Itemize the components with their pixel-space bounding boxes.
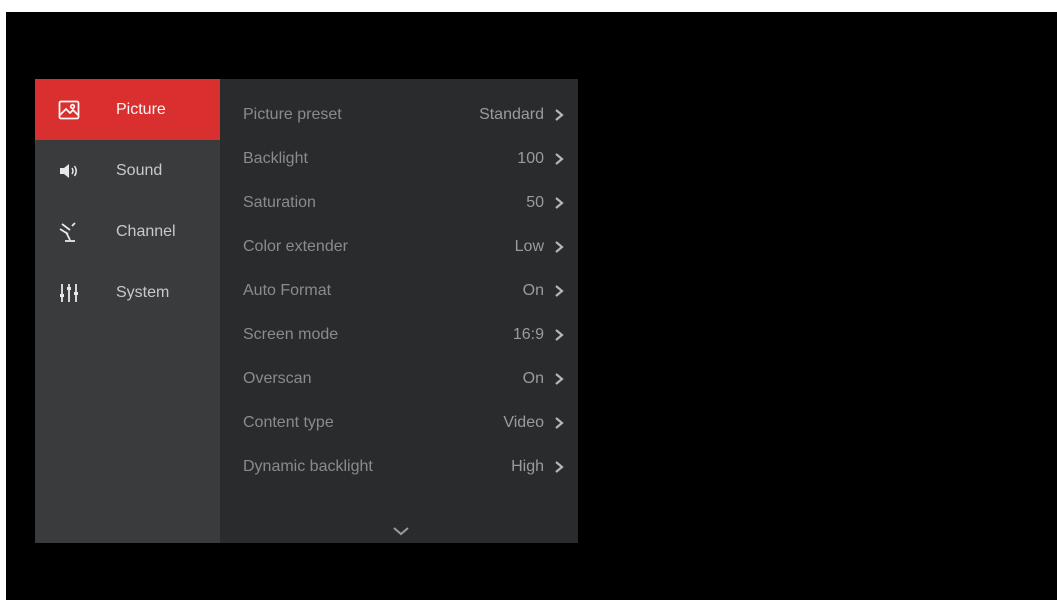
chevron-right-icon [555, 241, 564, 253]
setting-value: Low [514, 238, 544, 255]
sliders-icon [55, 279, 83, 307]
chevron-right-icon [555, 417, 564, 429]
setting-value: 16:9 [512, 326, 544, 343]
category-sidebar: Picture Sound Channel System [35, 79, 220, 543]
setting-label: Backlight [243, 150, 308, 167]
sidebar-item-label: Sound [116, 161, 163, 179]
setting-value: 50 [526, 194, 544, 211]
chevron-right-icon [555, 329, 564, 341]
sidebar-item-label: Picture [116, 100, 166, 118]
setting-auto-format[interactable]: Auto Format On [243, 276, 566, 306]
chevron-right-icon [555, 373, 564, 385]
setting-picture-preset[interactable]: Picture preset Standard [243, 100, 566, 130]
setting-label: Screen mode [243, 326, 339, 343]
chevron-right-icon [555, 197, 564, 209]
picture-icon [55, 96, 83, 124]
setting-label: Color extender [243, 238, 348, 255]
settings-panel: Picture preset Standard Backlight 100 Sa… [220, 79, 578, 543]
sidebar-item-picture[interactable]: Picture [35, 79, 220, 140]
setting-color-extender[interactable]: Color extender Low [243, 232, 566, 262]
setting-backlight[interactable]: Backlight 100 [243, 144, 566, 174]
chevron-right-icon [555, 109, 564, 121]
setting-value: High [511, 458, 544, 475]
chevron-right-icon [555, 285, 564, 297]
chevron-right-icon [555, 461, 564, 473]
setting-value: On [522, 370, 544, 387]
tv-screen: Picture Sound Channel System Picture pre… [6, 12, 1057, 600]
setting-value: 100 [517, 150, 544, 167]
setting-overscan[interactable]: Overscan On [243, 364, 566, 394]
setting-value: On [522, 282, 544, 299]
chevron-right-icon [555, 153, 564, 165]
setting-label: Saturation [243, 194, 316, 211]
speaker-icon [55, 157, 83, 185]
sidebar-item-label: System [116, 283, 170, 301]
setting-dynamic-backlight[interactable]: Dynamic backlight High [243, 452, 566, 482]
setting-screen-mode[interactable]: Screen mode 16:9 [243, 320, 566, 350]
chevron-down-icon[interactable] [392, 525, 410, 537]
setting-label: Content type [243, 414, 334, 431]
sidebar-item-system[interactable]: System [35, 262, 220, 323]
sidebar-item-label: Channel [116, 222, 176, 240]
setting-label: Picture preset [243, 106, 342, 123]
sidebar-item-sound[interactable]: Sound [35, 140, 220, 201]
settings-menu: Picture Sound Channel System Picture pre… [35, 79, 578, 543]
sidebar-item-channel[interactable]: Channel [35, 201, 220, 262]
setting-saturation[interactable]: Saturation 50 [243, 188, 566, 218]
setting-value: Video [503, 414, 544, 431]
setting-value: Standard [479, 106, 544, 123]
setting-label: Auto Format [243, 282, 332, 299]
setting-label: Overscan [243, 370, 312, 387]
antenna-icon [55, 218, 83, 246]
setting-content-type[interactable]: Content type Video [243, 408, 566, 438]
setting-label: Dynamic backlight [243, 458, 373, 475]
